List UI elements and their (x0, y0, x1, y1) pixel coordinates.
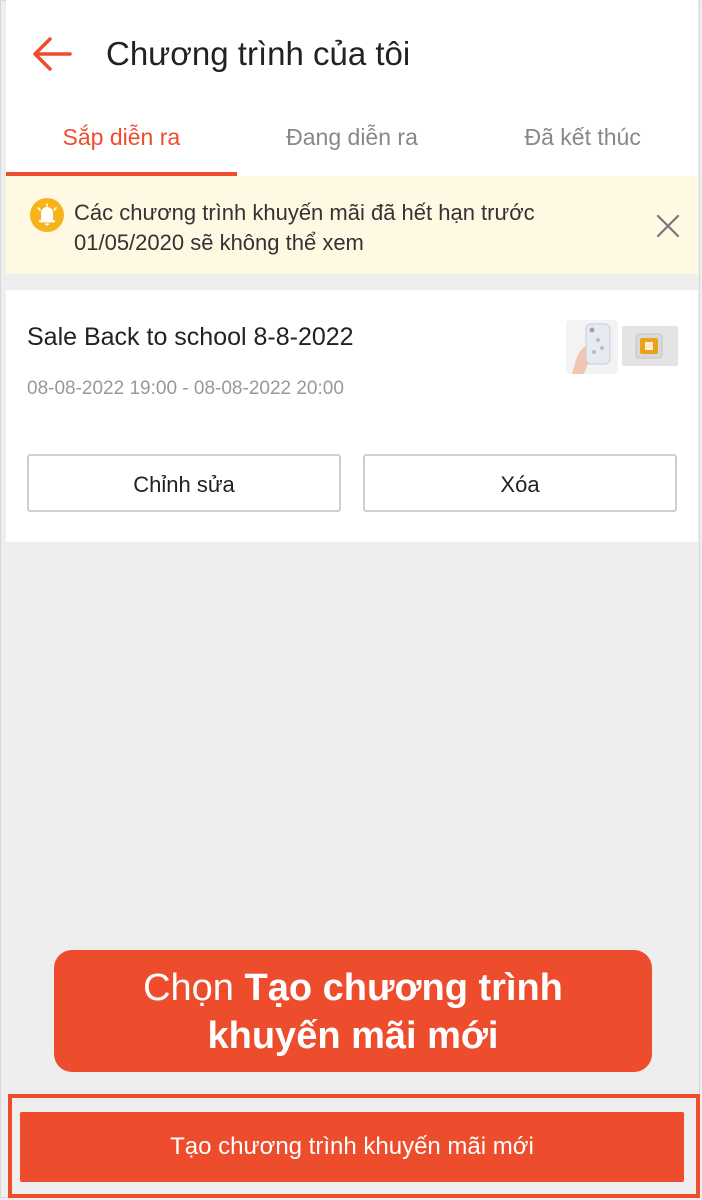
program-title: Sale Back to school 8-8-2022 (27, 323, 354, 351)
tab-ongoing-label: Đang diễn ra (286, 124, 418, 150)
callout-bold-1: Tạo chương trình (244, 967, 563, 1009)
notice-text: Các chương trình khuyến mãi đã hết hạn t… (74, 198, 594, 258)
delete-button[interactable]: Xóa (363, 454, 677, 512)
app-header: Chương trình của tôi (6, 0, 698, 110)
callout-line-1: Chọn Tạo chương trình (54, 964, 652, 1012)
back-arrow-icon[interactable] (30, 34, 74, 74)
page-title: Chương trình của tôi (106, 35, 411, 72)
notice-line-1: Các chương trình khuyến mãi đã hết hạn t… (74, 200, 535, 225)
tab-ongoing[interactable]: Đang diễn ra (237, 110, 468, 176)
bell-icon (30, 198, 64, 232)
callout-prefix: Chọn (143, 967, 245, 1009)
product-thumbnail-pillow (622, 326, 678, 366)
expiry-notice-banner: Các chương trình khuyến mãi đã hết hạn t… (6, 176, 698, 274)
program-card: Sale Back to school 8-8-2022 08-08-2022 … (6, 290, 698, 542)
tab-ended[interactable]: Đã kết thúc (467, 110, 698, 176)
program-time: 08-08-2022 19:00 - 08-08-2022 20:00 (27, 378, 344, 399)
instruction-callout: Chọn Tạo chương trình khuyến mãi mới (54, 950, 652, 1072)
product-thumbnail-phone-case (566, 320, 618, 374)
callout-line-2: khuyến mãi mới (54, 1012, 652, 1060)
notice-line-2: 01/05/2020 sẽ không thể xem (74, 230, 364, 255)
close-icon[interactable] (654, 212, 682, 240)
tab-upcoming-label: Sắp diễn ra (62, 124, 181, 150)
tab-ended-label: Đã kết thúc (524, 124, 641, 150)
tab-bar: Sắp diễn ra Đang diễn ra Đã kết thúc (6, 110, 698, 176)
tab-upcoming[interactable]: Sắp diễn ra (6, 110, 237, 176)
edit-button[interactable]: Chỉnh sửa (27, 454, 341, 512)
create-program-button[interactable]: Tạo chương trình khuyến mãi mới (20, 1112, 684, 1182)
callout-bold-2: khuyến mãi mới (207, 1015, 499, 1057)
